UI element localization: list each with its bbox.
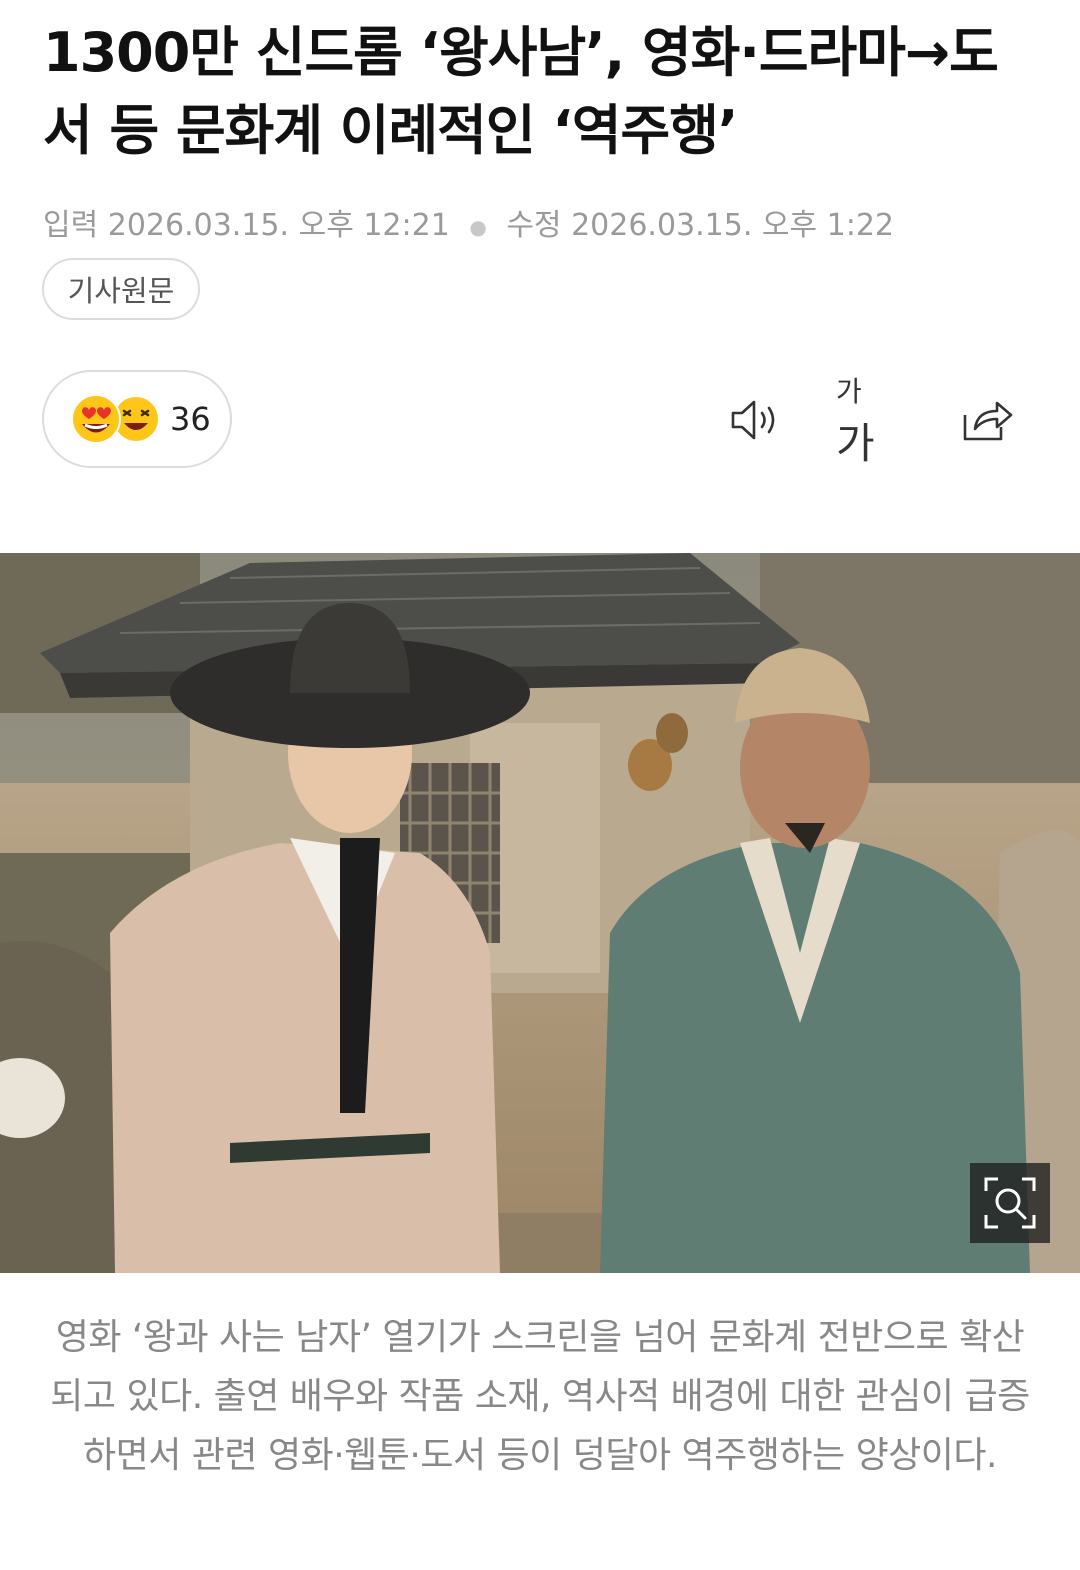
input-label: 입력 xyxy=(43,208,99,243)
reaction-emoji-icons xyxy=(71,394,158,444)
speaker-icon xyxy=(731,400,775,440)
original-article-button[interactable]: 기사원문 xyxy=(42,258,200,320)
tts-button[interactable] xyxy=(724,390,788,450)
photo-zoom-button[interactable] xyxy=(970,1163,1050,1243)
heart-eyes-emoji-icon xyxy=(71,394,121,444)
separator-dot: ● xyxy=(469,214,487,239)
edit-time: 2026.03.15. 오후 1:22 xyxy=(571,208,895,243)
movie-still-image xyxy=(0,553,1080,1273)
font-size-icon: 가가 xyxy=(836,370,900,471)
input-time: 2026.03.15. 오후 12:21 xyxy=(107,208,450,243)
reaction-count: 36 xyxy=(170,400,211,438)
share-button[interactable] xyxy=(954,390,1018,450)
font-large-label: 가 xyxy=(836,418,875,468)
article-photo[interactable] xyxy=(0,553,1080,1273)
reaction-button[interactable]: 36 xyxy=(42,370,232,468)
font-small-label: 가 xyxy=(836,374,862,408)
article-title: 1300만 신드롬 ‘왕사남’, 영화·드라마→도서 등 문화계 이례적인 ‘역… xyxy=(43,21,999,162)
article-timestamps: 입력 2026.03.15. 오후 12:21 ● 수정 2026.03.15.… xyxy=(43,200,894,244)
zoom-search-icon xyxy=(984,1177,1036,1229)
share-icon xyxy=(963,401,1013,441)
font-size-button[interactable]: 가가 xyxy=(836,375,900,468)
edit-label: 수정 xyxy=(506,208,562,243)
photo-caption: 영화 ‘왕과 사는 남자’ 열기가 스크린을 넘어 문화계 전반으로 확산되고 … xyxy=(50,1317,1030,1476)
